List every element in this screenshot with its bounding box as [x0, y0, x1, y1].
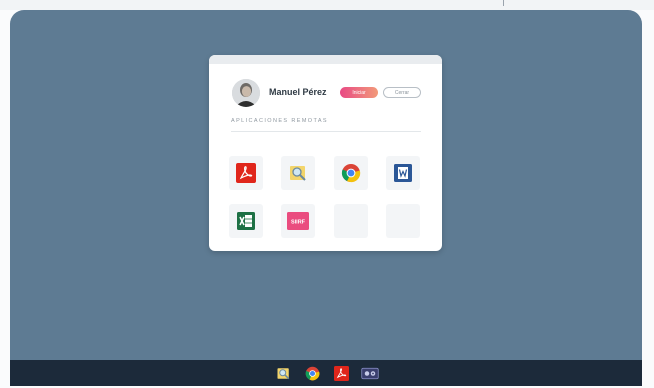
taskbar	[10, 360, 642, 386]
pdf-reader-icon	[333, 365, 349, 381]
chrome-icon	[341, 164, 361, 183]
app-tile-empty	[334, 204, 368, 238]
app-tile-excel[interactable]	[229, 204, 263, 238]
taskbar-chrome[interactable]	[303, 364, 321, 382]
close-button[interactable]: Cerrar	[383, 87, 421, 98]
excel-icon	[237, 212, 255, 230]
taskbar-pdf[interactable]	[332, 364, 350, 382]
window-top-edge	[0, 0, 654, 10]
pdf-reader-icon	[236, 163, 256, 183]
window-frame: Manuel Pérez Iniciar Cerrar APLICACIONES…	[0, 0, 654, 388]
app-tile-siirf[interactable]: SIIRF	[281, 204, 315, 238]
user-name: Manuel Pérez	[269, 87, 327, 97]
app-tile-pdf[interactable]	[229, 156, 263, 190]
remote-apps-panel: Manuel Pérez Iniciar Cerrar APLICACIONES…	[209, 55, 442, 251]
app-tile-chrome[interactable]	[334, 156, 368, 190]
media-icon	[361, 367, 379, 379]
taskbar-media[interactable]	[361, 364, 379, 382]
file-search-icon	[277, 367, 289, 379]
avatar	[232, 79, 260, 107]
app-tile-word[interactable]	[386, 156, 420, 190]
start-button[interactable]: Iniciar	[340, 87, 378, 98]
chrome-icon	[305, 366, 319, 380]
taskbar-file-search[interactable]	[274, 364, 292, 382]
top-edge-marker	[503, 0, 504, 6]
word-icon	[394, 164, 412, 182]
panel-header-bar	[209, 55, 442, 64]
siirf-label: SIIRF	[291, 220, 306, 226]
section-title: APLICACIONES REMOTAS	[231, 118, 328, 124]
file-search-icon	[290, 166, 306, 181]
app-tile-file-search[interactable]	[281, 156, 315, 190]
siirf-icon: SIIRF	[287, 212, 309, 230]
divider	[231, 131, 421, 132]
user-photo-icon	[232, 79, 260, 107]
desktop: Manuel Pérez Iniciar Cerrar APLICACIONES…	[10, 10, 642, 386]
app-tile-empty	[386, 204, 420, 238]
